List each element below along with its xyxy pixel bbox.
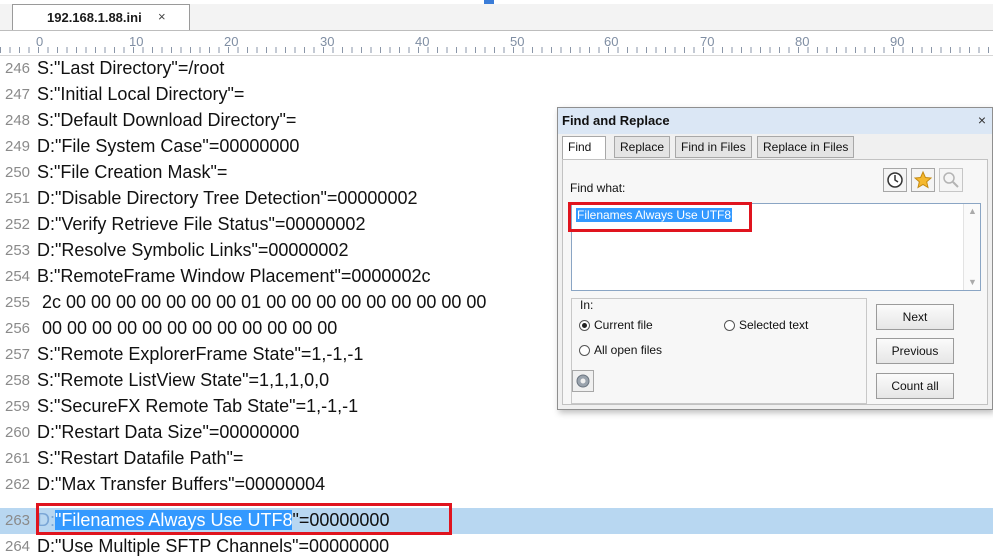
line-text: S:"Last Directory"=/root (37, 58, 225, 78)
line-number: 259 (5, 398, 31, 415)
line-number: 257 (5, 346, 31, 363)
line-number: 250 (5, 164, 31, 181)
tab-replace-in-files[interactable]: Replace in Files (757, 136, 855, 158)
line-number: 262 (5, 476, 31, 493)
editor-line[interactable]: 262 D:"Max Transfer Buffers"=00000004 (0, 472, 993, 498)
find-what-label: Find what: (570, 181, 626, 195)
line-text: S:"Remote ExplorerFrame State"=1,-1,-1 (37, 344, 364, 364)
line-number: 263 (5, 512, 31, 529)
line-number: 254 (5, 268, 31, 285)
annotation-highlight-box (36, 503, 452, 535)
file-tab[interactable]: 192.168.1.88.ini × (12, 4, 190, 30)
editor-line[interactable]: 246 S:"Last Directory"=/root (0, 56, 993, 82)
radio-all-open-files[interactable]: All open files (579, 343, 662, 357)
star-icon (913, 170, 933, 189)
line-text: B:"RemoteFrame Window Placement"=0000002… (37, 266, 431, 286)
line-text: S:"Initial Local Directory"= (37, 84, 245, 104)
line-number: 253 (5, 242, 31, 259)
clock-icon (887, 172, 903, 188)
tab-find-in-files[interactable]: Find in Files (675, 136, 752, 158)
dialog-close-icon[interactable]: × (978, 112, 986, 128)
scroll-down-icon[interactable]: ▼ (968, 277, 977, 287)
next-button[interactable]: Next (876, 304, 954, 330)
settings-button[interactable] (572, 370, 594, 392)
radio-current-label: Current file (594, 318, 653, 332)
line-text: S:"Restart Datafile Path"= (37, 448, 244, 468)
line-number: 247 (5, 86, 31, 103)
favorites-button[interactable] (911, 168, 935, 192)
radio-selected-label: Selected text (739, 318, 809, 332)
count-all-button[interactable]: Count all (876, 373, 954, 399)
gear-icon (576, 374, 590, 388)
editor-line[interactable]: 260 D:"Restart Data Size"=00000000 (0, 420, 993, 446)
file-tab-label: 192.168.1.88.ini (47, 10, 142, 25)
line-number: 264 (5, 538, 31, 555)
line-number: 260 (5, 424, 31, 441)
annotation-find-box (568, 202, 752, 232)
line-number: 248 (5, 112, 31, 129)
line-text: 00 00 00 00 00 00 00 00 00 00 00 00 (37, 318, 338, 338)
line-number: 251 (5, 190, 31, 207)
line-text: 2c 00 00 00 00 00 00 00 01 00 00 00 00 0… (37, 292, 487, 312)
dialog-title: Find and Replace (562, 113, 670, 128)
find-input-scrollbar[interactable]: ▲ ▼ (963, 204, 980, 290)
radio-unchecked-icon (724, 320, 735, 331)
line-number: 261 (5, 450, 31, 467)
scroll-up-icon[interactable]: ▲ (968, 206, 977, 216)
line-number: 246 (5, 60, 31, 77)
in-label: In: (580, 298, 594, 312)
title-bar-indicator (484, 0, 494, 4)
line-text: D:"Disable Directory Tree Detection"=000… (37, 188, 418, 208)
dialog-title-bar[interactable]: Find and Replace × (558, 108, 992, 134)
column-ruler: 0 10 20 30 40 50 60 70 80 90 (0, 31, 993, 56)
tab-bar: 192.168.1.88.ini × (0, 0, 993, 31)
tab-replace[interactable]: Replace (614, 136, 671, 158)
tab-close-icon[interactable]: × (158, 9, 166, 24)
radio-current-file[interactable]: Current file (579, 318, 653, 332)
line-text: S:"SecureFX Remote Tab State"=1,-1,-1 (37, 396, 359, 416)
line-text: D:"File System Case"=00000000 (37, 136, 300, 156)
line-number: 256 (5, 320, 31, 337)
editor-line[interactable]: 264 D:"Use Multiple SFTP Channels"=000000… (0, 534, 993, 560)
line-number: 255 (5, 294, 31, 311)
find-options-button[interactable] (939, 168, 963, 192)
radio-unchecked-icon (579, 345, 590, 356)
line-text: S:"Default Download Directory"= (37, 110, 297, 130)
line-text: S:"Remote ListView State"=1,1,1,0,0 (37, 370, 330, 390)
editor-line[interactable]: 261 S:"Restart Datafile Path"= (0, 446, 993, 472)
ruler-ticks (0, 47, 993, 53)
line-number: 252 (5, 216, 31, 233)
radio-all-label: All open files (594, 343, 663, 357)
editor-line[interactable]: 247 S:"Initial Local Directory"= (0, 82, 993, 108)
line-text: D:"Verify Retrieve File Status"=00000002 (37, 214, 366, 234)
line-text: D:"Use Multiple SFTP Channels"=00000000 (37, 536, 390, 556)
find-replace-dialog: Find and Replace × Find Replace Find in … (557, 107, 993, 410)
line-text: D:"Max Transfer Buffers"=00000004 (37, 474, 326, 494)
line-text: D:"Resolve Symbolic Links"=00000002 (37, 240, 349, 260)
radio-selected-text[interactable]: Selected text (724, 318, 808, 332)
line-number: 258 (5, 372, 31, 389)
radio-checked-icon (579, 320, 590, 331)
magnifier-icon (943, 172, 959, 188)
line-text: S:"File Creation Mask"= (37, 162, 228, 182)
line-text: D:"Restart Data Size"=00000000 (37, 422, 300, 442)
previous-button[interactable]: Previous (876, 338, 954, 364)
dialog-tabs: Find Replace Find in Files Replace in Fi… (562, 136, 862, 160)
tab-find[interactable]: Find (562, 136, 606, 160)
history-button[interactable] (883, 168, 907, 192)
line-number: 249 (5, 138, 31, 155)
